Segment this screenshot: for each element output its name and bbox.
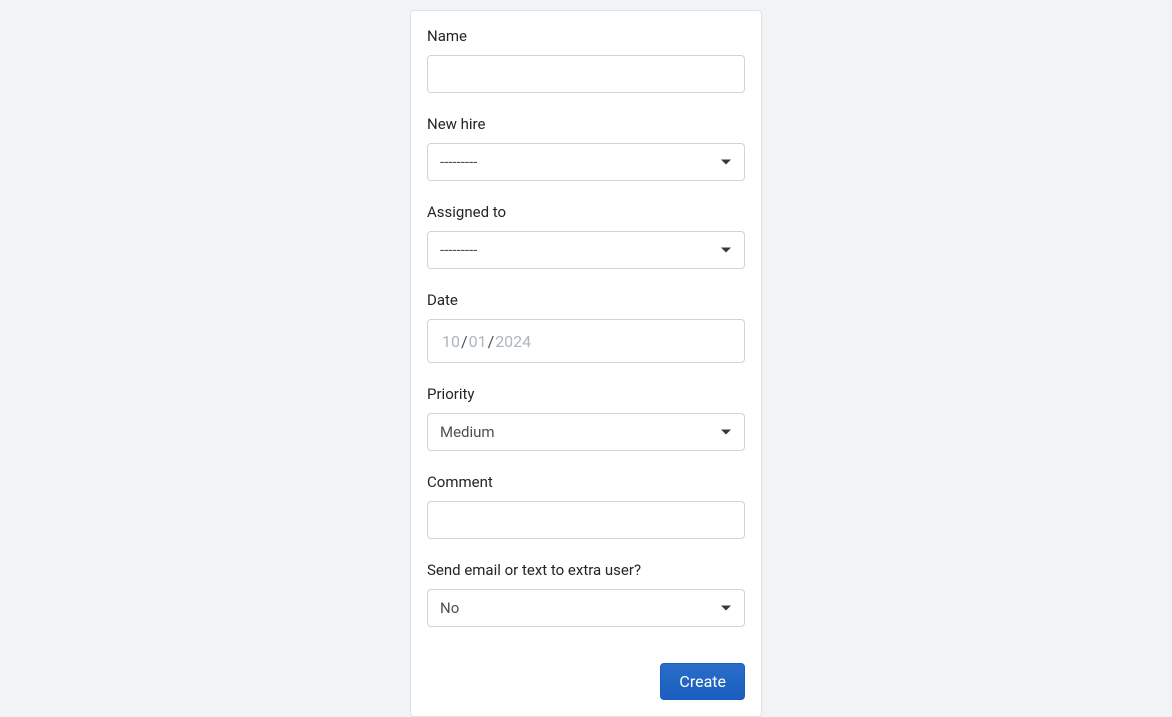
- form-group-date: Date 10 / 01 / 2024: [427, 291, 745, 363]
- form-group-priority: Priority Medium: [427, 385, 745, 451]
- form-card: Name New hire --------- Assigned to ----…: [410, 10, 762, 717]
- date-month: 10: [442, 332, 460, 351]
- name-input[interactable]: [427, 55, 745, 93]
- form-group-assigned-to: Assigned to ---------: [427, 203, 745, 269]
- create-button[interactable]: Create: [660, 663, 745, 700]
- priority-label: Priority: [427, 385, 745, 403]
- comment-input[interactable]: [427, 501, 745, 539]
- send-extra-label: Send email or text to extra user?: [427, 561, 745, 579]
- date-input[interactable]: 10 / 01 / 2024: [427, 319, 745, 363]
- date-year: 2024: [495, 332, 531, 351]
- send-extra-select[interactable]: No: [427, 589, 745, 627]
- date-separator: /: [460, 332, 469, 351]
- comment-label: Comment: [427, 473, 745, 491]
- name-label: Name: [427, 27, 745, 45]
- assigned-to-select[interactable]: ---------: [427, 231, 745, 269]
- form-group-name: Name: [427, 27, 745, 93]
- form-actions: Create: [427, 663, 745, 700]
- priority-select[interactable]: Medium: [427, 413, 745, 451]
- assigned-to-label: Assigned to: [427, 203, 745, 221]
- form-group-comment: Comment: [427, 473, 745, 539]
- priority-select-wrapper: Medium: [427, 413, 745, 451]
- new-hire-select-wrapper: ---------: [427, 143, 745, 181]
- assigned-to-select-wrapper: ---------: [427, 231, 745, 269]
- send-extra-select-wrapper: No: [427, 589, 745, 627]
- form-group-new-hire: New hire ---------: [427, 115, 745, 181]
- form-group-send-extra: Send email or text to extra user? No: [427, 561, 745, 627]
- date-label: Date: [427, 291, 745, 309]
- new-hire-label: New hire: [427, 115, 745, 133]
- date-separator: /: [487, 332, 496, 351]
- new-hire-select[interactable]: ---------: [427, 143, 745, 181]
- date-day: 01: [469, 332, 487, 351]
